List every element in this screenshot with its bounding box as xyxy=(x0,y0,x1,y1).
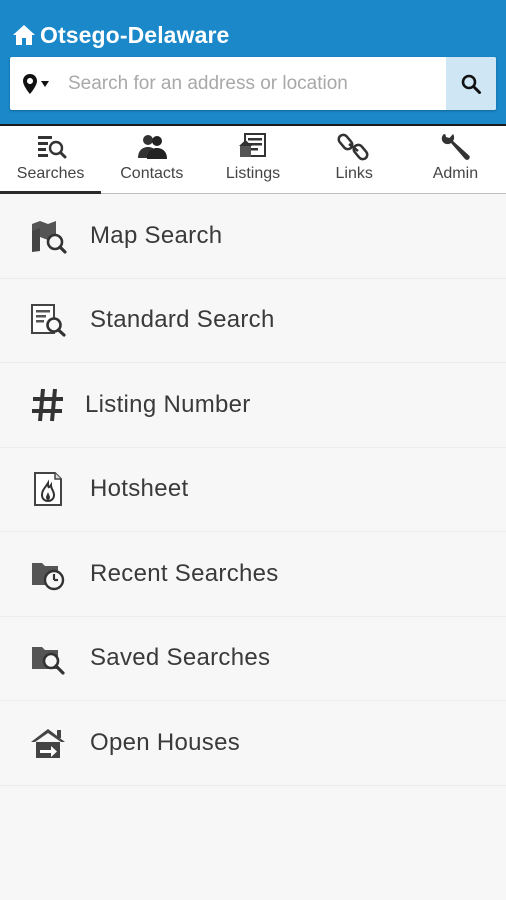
listings-icon xyxy=(239,133,266,157)
menu-item-label: Hotsheet xyxy=(90,475,189,503)
tab-contacts[interactable]: Contacts xyxy=(101,126,202,193)
tab-label: Listings xyxy=(225,165,281,182)
search-bar xyxy=(10,57,496,110)
contacts-icon xyxy=(137,135,167,159)
menu-item-label: Saved Searches xyxy=(90,644,271,672)
menu-item-label: Standard Search xyxy=(90,306,275,334)
tab-searches[interactable]: Searches xyxy=(0,126,102,194)
search-icon xyxy=(461,74,481,94)
search-button[interactable] xyxy=(446,57,496,110)
tab-listings[interactable]: Listings xyxy=(202,126,303,193)
menu-item-hotsheet[interactable]: Hotsheet xyxy=(0,448,506,532)
tab-label: Searches xyxy=(16,165,85,182)
open-houses-icon xyxy=(28,723,68,763)
menu-item-standard-search[interactable]: Standard Search xyxy=(0,279,506,363)
standard-search-icon xyxy=(28,300,68,340)
tab-links[interactable]: Links xyxy=(304,126,405,193)
app-title[interactable]: Otsego-Delaware xyxy=(12,20,229,50)
menu-item-open-houses[interactable]: Open Houses xyxy=(0,701,506,786)
tab-label: Admin xyxy=(432,165,479,182)
location-type-dropdown[interactable] xyxy=(10,57,62,110)
menu-item-map-search[interactable]: Map Search xyxy=(0,194,506,279)
search-menu: Map Search Standard Search Listing Numbe xyxy=(0,194,506,786)
tab-label: Links xyxy=(335,165,373,182)
searches-icon xyxy=(37,136,67,159)
menu-item-recent-searches[interactable]: Recent Searches xyxy=(0,532,506,617)
tab-bar: Searches Contacts Listings Links Admin xyxy=(0,124,506,194)
map-pin-icon xyxy=(23,73,37,94)
menu-item-label: Listing Number xyxy=(85,390,251,418)
tab-admin[interactable]: Admin xyxy=(405,126,506,193)
search-input[interactable] xyxy=(62,57,446,110)
app-title-text: Otsego-Delaware xyxy=(40,21,230,48)
menu-item-saved-searches[interactable]: Saved Searches xyxy=(0,617,506,701)
menu-item-listing-number[interactable]: Listing Number xyxy=(0,363,506,448)
admin-icon xyxy=(442,134,471,160)
app-header: Otsego-Delaware xyxy=(0,0,506,124)
tab-label: Contacts xyxy=(120,165,184,182)
home-icon xyxy=(13,25,35,45)
hash-icon xyxy=(28,385,68,425)
recent-searches-icon xyxy=(28,554,68,594)
menu-item-label: Recent Searches xyxy=(90,559,279,587)
links-icon xyxy=(337,133,369,161)
menu-item-label: Open Houses xyxy=(90,728,241,756)
hotsheet-icon xyxy=(28,469,68,509)
chevron-down-icon xyxy=(41,81,49,87)
map-search-icon xyxy=(28,216,68,256)
saved-searches-icon xyxy=(28,638,68,678)
menu-item-label: Map Search xyxy=(90,221,223,249)
